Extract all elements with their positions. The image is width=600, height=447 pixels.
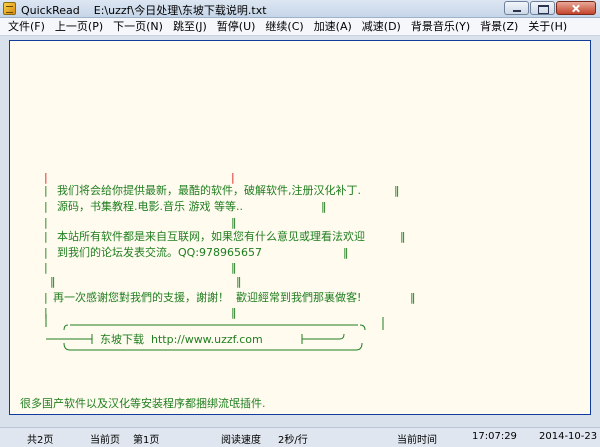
text-line-2: 源码，书集教程.电影.音乐 游戏 等等.. [57,200,243,213]
frame-bar: ‖ [410,291,416,304]
text-line-1: 我们将会给你提供最新，最酷的软件，破解软件,注册汉化补丁. [57,184,361,197]
current-date: 2014-10-23 [539,431,598,442]
window-title: QuickRead E:\uzzf\今日处理\东坡下载说明.txt [21,2,267,18]
frame-bar: | [44,291,48,304]
current-time: 17:07:29 [472,431,517,442]
frame-bar: | [44,184,48,197]
banner-link[interactable]: 东坡下载 http://www.uzzf.com [100,333,263,347]
frame-bar: ‖ [321,200,327,213]
frame-bar: ‖ [50,275,56,288]
menu-next-page[interactable]: 下一页(N) [108,19,168,35]
frame-bar: | [44,200,48,213]
minimize-icon[interactable] [504,1,529,15]
reading-area[interactable]: | | | 我们将会给你提供最新，最酷的软件，破解软件,注册汉化补丁. ‖ | … [9,40,591,415]
menu-about[interactable]: 关于(H) [523,19,572,35]
close-icon[interactable] [556,1,596,15]
menu-slow-down[interactable]: 减速(D) [357,19,406,35]
current-time-label: 当前时间 [397,435,437,446]
frame-bar: ‖ [394,184,400,197]
frame-bar: | [44,261,48,274]
text-line-5: 再一次感谢您對我們的支援，謝謝！ 歡迎經常到我們那裏做客! [53,291,362,304]
window-controls [503,1,596,17]
frame-bar: | [44,171,48,184]
frame-bar: | [231,171,235,184]
frame-bar: ‖ [231,216,237,229]
reading-speed: 2秒/行 [278,435,308,446]
menu-continue[interactable]: 继续(C) [260,19,308,35]
menu-prev-page[interactable]: 上一页(P) [50,19,108,35]
app-name: QuickRead [21,4,80,17]
text-line-4: 到我们的论坛发表交流。QQ:978965657 [57,246,263,259]
text-line-3: 本站所有软件都是来自互联网，如果您有什么意见或理看法欢迎 [57,230,365,243]
frame-bar: | [44,230,48,243]
menu-background[interactable]: 背景(Z) [475,19,523,35]
frame-bar: | [44,216,48,229]
current-page: 第1页 [133,435,160,446]
file-path: E:\uzzf\今日处理\东坡下载说明.txt [93,4,267,17]
menu-file[interactable]: 文件(F) [3,19,50,35]
menu-jump[interactable]: 跳至(J) [168,19,212,35]
menu-speed-up[interactable]: 加速(A) [309,19,357,35]
app-icon [3,2,16,15]
footer-note: 很多国产软件以及汉化等安装程序都捆绑流氓插件. [20,397,266,410]
menu-background-music[interactable]: 背景音乐(Y) [406,19,475,35]
total-pages: 共2页 [27,435,54,446]
menu-pause[interactable]: 暂停(U) [212,19,261,35]
frame-bar: ‖ [343,246,349,259]
frame-bar: ‖ [231,261,237,274]
frame-bar: ‖ [400,230,406,243]
maximize-icon[interactable] [530,1,555,15]
current-page-label: 当前页 [90,435,120,446]
reading-speed-label: 阅读速度 [221,435,261,446]
status-bar: 共2页 当前页 第1页 阅读速度 2秒/行 当前时间 17:07:29 2014… [0,427,600,447]
menu-bar: 文件(F) 上一页(P) 下一页(N) 跳至(J) 暂停(U) 继续(C) 加速… [0,18,600,36]
title-bar: QuickRead E:\uzzf\今日处理\东坡下载说明.txt [0,0,600,18]
frame-bar: ‖ [236,275,242,288]
frame-bar: | [44,246,48,259]
